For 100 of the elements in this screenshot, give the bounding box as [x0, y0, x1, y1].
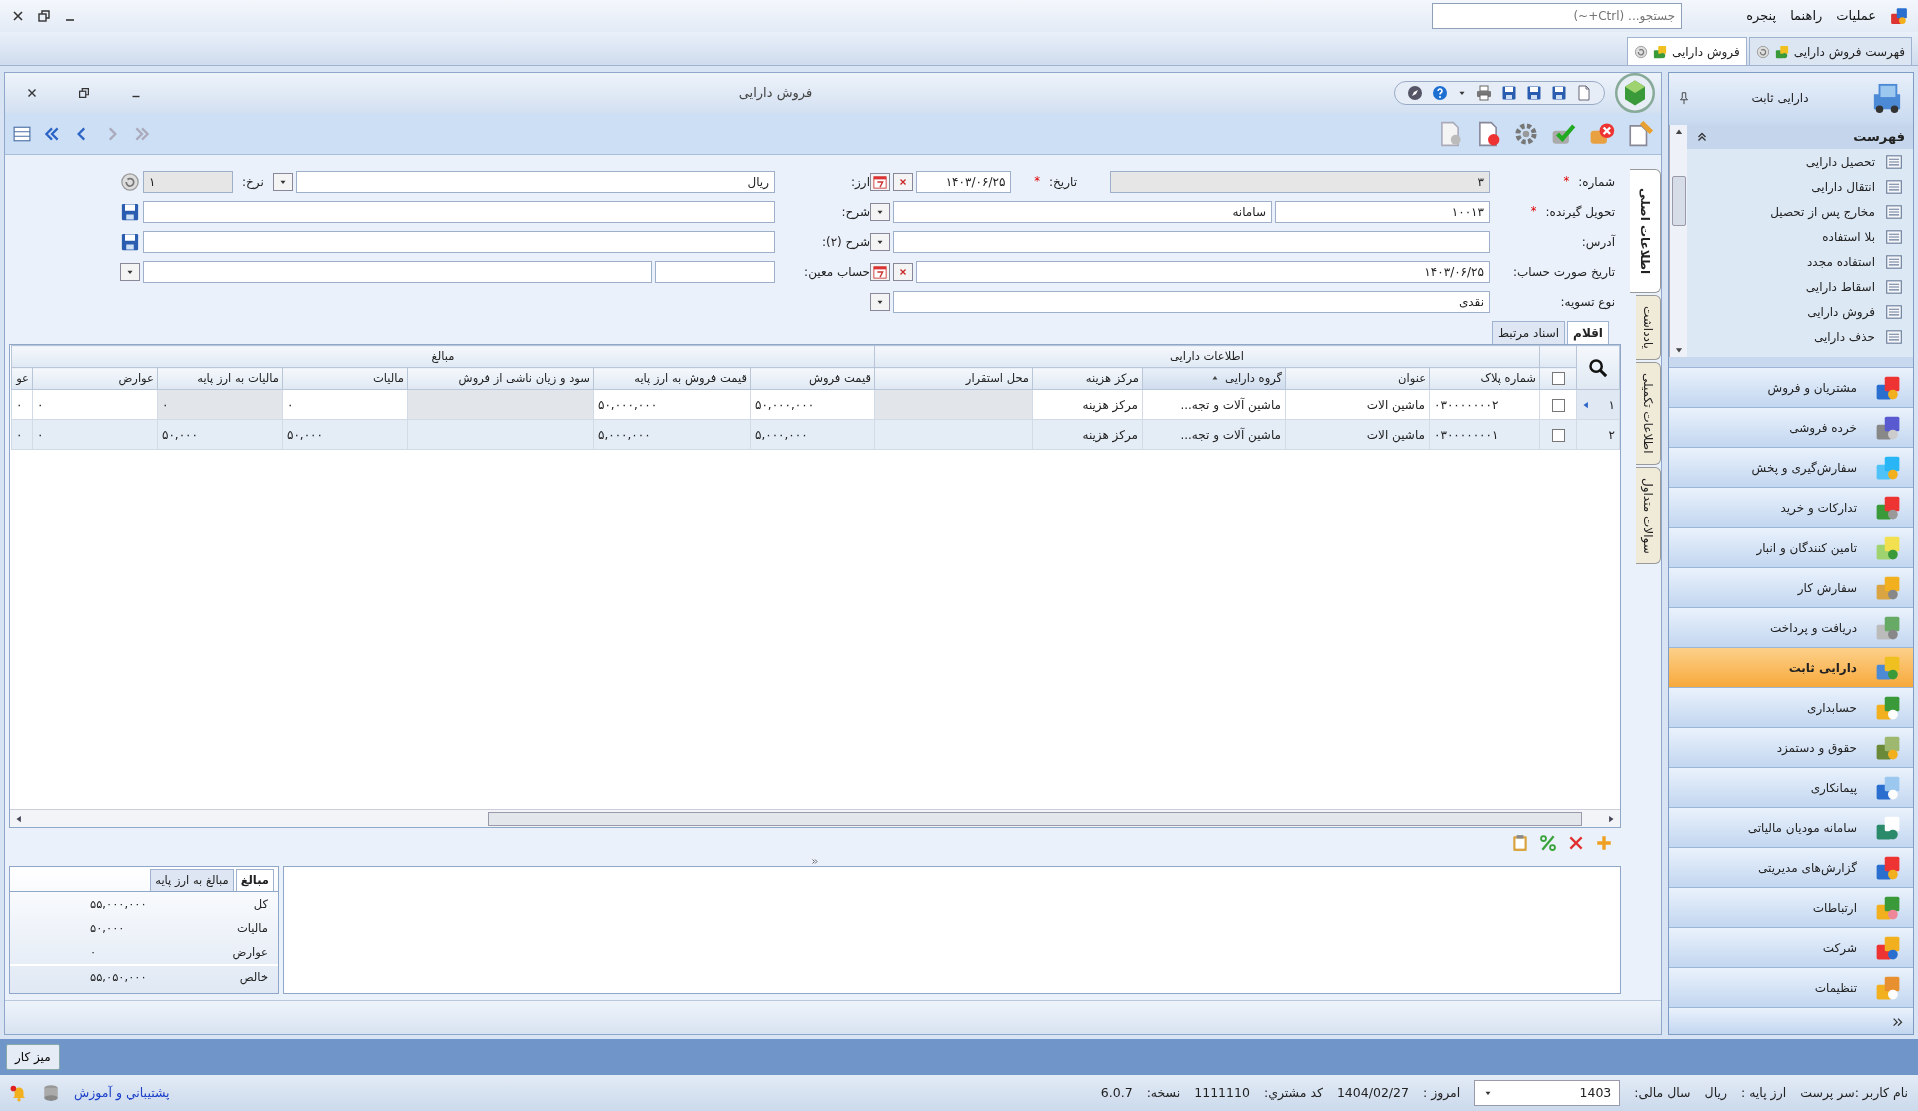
menu-item[interactable]: پنجره — [1746, 6, 1777, 26]
module-button[interactable]: حسابداری — [1669, 687, 1913, 727]
scroll-right-icon[interactable] — [1606, 813, 1616, 824]
app-icon[interactable] — [1890, 7, 1908, 25]
module-label[interactable]: تامین کنندگان و انبار — [1756, 538, 1857, 557]
save-icon[interactable] — [1526, 85, 1542, 101]
column-header[interactable]: سود و زیان ناشی از فروش — [407, 367, 594, 390]
row-checkbox[interactable] — [1551, 428, 1565, 442]
refresh-icon[interactable] — [120, 171, 140, 192]
column-header[interactable]: عو — [11, 367, 33, 390]
column-label[interactable]: شماره پلاک — [1480, 370, 1536, 385]
new-document-icon[interactable] — [1576, 85, 1592, 101]
dropdown-button[interactable] — [870, 292, 890, 311]
input-field[interactable] — [143, 200, 775, 223]
column-label[interactable]: مالیات — [372, 370, 404, 385]
select-all-checkbox[interactable] — [1551, 371, 1565, 385]
support-link[interactable]: پشتيباني و آموزش — [74, 1083, 170, 1103]
sidebar-item[interactable]: بلا استفاده — [1687, 224, 1913, 249]
sidebar-item[interactable]: مخارج پس از تحصیل — [1687, 199, 1913, 224]
column-header[interactable]: مالیات — [282, 367, 408, 390]
column-header[interactable]: عوارض — [32, 367, 158, 390]
database-icon[interactable] — [42, 1084, 60, 1102]
tab-label[interactable]: فروش دارایی — [1671, 42, 1740, 61]
search-icon[interactable] — [1588, 357, 1608, 378]
item-label[interactable]: بلا استفاده — [1822, 227, 1875, 246]
menu-item[interactable]: راهنما — [1790, 6, 1823, 26]
column-header[interactable]: محل استقرار — [874, 367, 1033, 390]
row-header[interactable]: ۲ — [1576, 419, 1620, 450]
module-label[interactable]: شرکت — [1822, 938, 1857, 957]
column-header[interactable]: قیمت فروش — [750, 367, 875, 390]
item-label[interactable]: حذف دارایی — [1813, 327, 1875, 346]
column-label[interactable]: قیمت فروش — [808, 370, 871, 385]
item-label[interactable]: مخارج پس از تحصیل — [1770, 202, 1875, 221]
summary-tab[interactable]: مبالغ به ارز پایه — [150, 869, 234, 892]
module-button[interactable]: خرده فروشی — [1669, 407, 1913, 447]
restore-icon[interactable] — [77, 86, 91, 100]
calendar-button[interactable] — [870, 262, 890, 281]
module-label[interactable]: تدارکات و خرید — [1780, 498, 1857, 517]
sidebar-item[interactable]: استفاده مجدد — [1687, 249, 1913, 274]
input-field[interactable]: ۱۴۰۳/۰۶/۲۵ — [916, 260, 1490, 283]
scroll-up-icon[interactable] — [1673, 127, 1684, 137]
module-button[interactable]: پیمانکاری — [1669, 767, 1913, 807]
item-label[interactable]: تحصیل دارایی — [1805, 152, 1875, 171]
column-label[interactable]: محل استقرار — [965, 370, 1029, 385]
menu-item[interactable]: عملیات — [1836, 6, 1876, 26]
save-icon[interactable] — [120, 231, 140, 252]
grid-view-icon[interactable] — [13, 124, 31, 143]
input-field[interactable] — [655, 260, 775, 283]
module-label[interactable]: سامانه مودیان مالیاتی — [1747, 818, 1857, 837]
column-label[interactable]: عو — [16, 370, 29, 385]
delete-icon[interactable] — [1567, 834, 1585, 852]
row-header[interactable]: ۱ — [1576, 389, 1620, 420]
module-label[interactable]: دریافت و پرداخت — [1770, 618, 1857, 637]
summary-tab[interactable]: مبالغ — [235, 869, 274, 892]
search-field[interactable]: جستجو... (Ctrl+~) — [1432, 3, 1683, 29]
column-label[interactable]: گروه دارایی — [1225, 370, 1282, 385]
module-label[interactable]: حقوق و دستمزد — [1776, 738, 1857, 757]
module-label[interactable]: گزارش‌های مدیریتی — [1758, 858, 1857, 877]
input-field[interactable]: ۱۰۰۱۳ — [1275, 200, 1490, 223]
percent-icon[interactable] — [1539, 834, 1557, 852]
column-header[interactable]: گروه دارایی — [1142, 367, 1286, 390]
notification-icon[interactable] — [10, 1084, 28, 1102]
save-icon[interactable] — [1551, 85, 1567, 101]
year-select[interactable]: 1403 — [1474, 1080, 1621, 1106]
column-header[interactable]: قیمت فروش به ارز پایه — [593, 367, 751, 390]
sidebar-item[interactable]: انتقال دارایی — [1687, 174, 1913, 199]
grid-tab[interactable]: اسناد مرتبط — [1491, 321, 1566, 344]
input-field[interactable] — [143, 230, 775, 253]
side-tab[interactable]: سوالات متداول — [1636, 466, 1661, 565]
calendar-button[interactable] — [870, 172, 890, 191]
print-icon[interactable] — [1476, 85, 1492, 101]
input-field[interactable]: نقدی — [893, 290, 1490, 313]
clipboard-icon[interactable] — [1511, 834, 1529, 852]
sidebar-item[interactable]: فروش دارایی — [1687, 299, 1913, 324]
module-button[interactable]: تدارکات و خرید — [1669, 487, 1913, 527]
input-field[interactable]: ریال — [295, 170, 775, 193]
scroll-left-icon[interactable] — [14, 813, 24, 824]
module-button[interactable]: سفارش کار — [1669, 567, 1913, 607]
help-icon[interactable] — [1432, 85, 1448, 101]
dropdown-button[interactable] — [272, 172, 293, 191]
desktop-button[interactable]: میز کار — [6, 1044, 60, 1070]
item-label[interactable]: استفاده مجدد — [1807, 252, 1875, 271]
grid-tab[interactable]: اقلام — [1567, 321, 1609, 344]
document-tab[interactable]: فروش دارایی — [1626, 37, 1747, 65]
column-header[interactable]: مالیات به ارز پایه — [157, 367, 283, 390]
module-button[interactable]: ارتباطات — [1669, 887, 1913, 927]
pin-icon[interactable] — [1677, 91, 1691, 105]
column-header[interactable]: شماره پلاک — [1429, 367, 1540, 390]
row-checkbox[interactable] — [1551, 398, 1565, 412]
module-label[interactable]: سفارش‌گیری و پخش — [1751, 458, 1857, 477]
module-button[interactable]: سفارش‌گیری و پخش — [1669, 447, 1913, 487]
column-label[interactable]: مرکز هزینه — [1085, 370, 1139, 385]
input-field[interactable]: ۱۴۰۳/۰۶/۲۵ — [916, 170, 1012, 193]
module-button[interactable]: گزارش‌های مدیریتی — [1669, 847, 1913, 887]
dropdown-button[interactable] — [870, 232, 890, 251]
module-label[interactable]: مشتریان و فروش — [1767, 378, 1857, 397]
module-button[interactable]: تامین کنندگان و انبار — [1669, 527, 1913, 567]
module-button[interactable]: تنظیمات — [1669, 967, 1913, 1007]
restore-icon[interactable] — [36, 8, 52, 24]
scroll-thumb[interactable] — [1671, 176, 1686, 226]
